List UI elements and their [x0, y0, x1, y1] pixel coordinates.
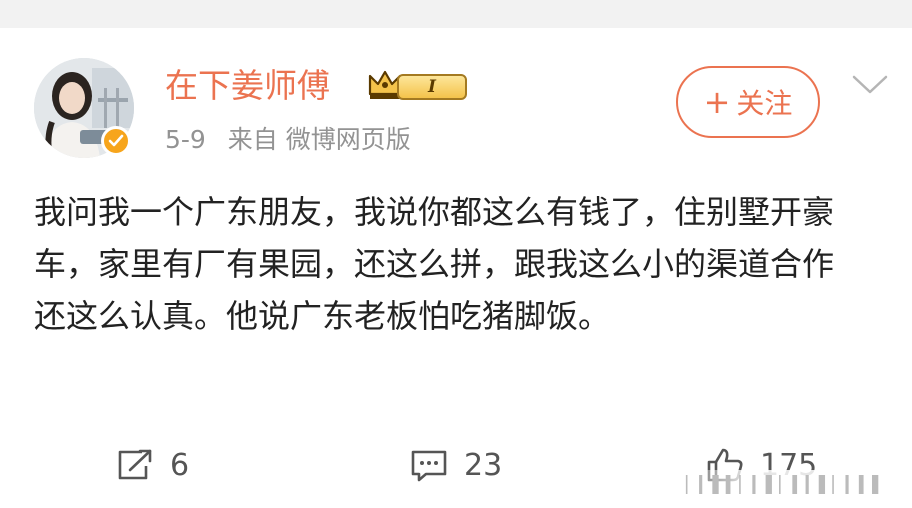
- repost-icon: [118, 449, 152, 480]
- post-meta: 5-9 来自 微博网页版: [165, 120, 411, 156]
- post-source: 来自 微博网页版: [227, 125, 411, 154]
- post-date: 5-9: [165, 125, 206, 154]
- vip-level-text: I: [428, 77, 436, 97]
- username[interactable]: 在下姜师傅: [165, 66, 330, 106]
- comment-count: 23: [464, 447, 503, 483]
- repost-count: 6: [170, 447, 190, 483]
- comment-button[interactable]: 23: [410, 440, 502, 490]
- vip-level-badge[interactable]: I: [397, 74, 467, 100]
- repost-button[interactable]: 6: [116, 440, 189, 490]
- post-text: 我问我一个广东朋友，我说你都这么有钱了，住别墅开豪车，家里有厂有果园，还这么拼，…: [34, 193, 835, 335]
- plus-icon: +: [703, 83, 731, 121]
- verified-badge-icon: [101, 126, 131, 156]
- watermark: ▏▎▌▍▏▎▌▏▍▎▌▏▎▍▌: [676, 470, 912, 498]
- comment-icon: [411, 450, 447, 482]
- top-bar: [0, 0, 912, 28]
- chevron-down-icon[interactable]: [850, 72, 890, 98]
- follow-label: 关注: [736, 87, 793, 120]
- follow-button[interactable]: + 关注: [676, 66, 820, 138]
